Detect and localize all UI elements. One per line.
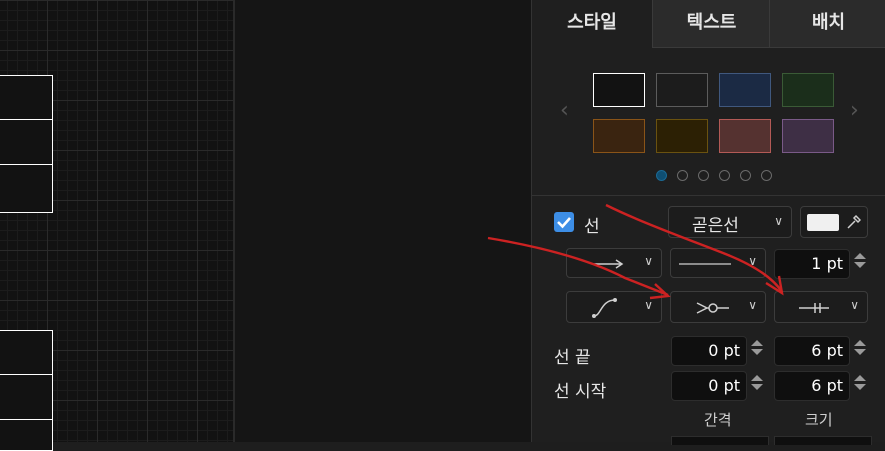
diagram-shape[interactable] <box>0 75 53 121</box>
empty-pane <box>235 0 762 442</box>
line-pattern-select[interactable]: ∨ <box>670 248 766 278</box>
line-style-select[interactable]: 곧은선 ∨ <box>668 206 792 238</box>
style-swatch[interactable] <box>719 119 771 153</box>
line-end-arrow-select[interactable]: ∨ <box>566 248 662 278</box>
diagram-canvas[interactable] <box>0 0 233 451</box>
line-start-spacing-stepper[interactable] <box>749 371 765 401</box>
tab-style[interactable]: 스타일 <box>532 0 652 47</box>
diagram-shape[interactable] <box>0 330 53 376</box>
line-start-label: 선 시작 <box>554 382 607 402</box>
line-width-input[interactable]: 1 pt <box>774 249 850 279</box>
size-column-label: 크기 <box>805 411 833 429</box>
partial-input[interactable] <box>774 436 872 445</box>
line-label: 선 <box>584 217 600 237</box>
tab-text[interactable]: 텍스트 <box>652 0 770 48</box>
line-start-marker-select[interactable]: ∨ <box>774 291 868 323</box>
chevron-right-icon[interactable]: › <box>850 98 859 123</box>
pager-dot[interactable] <box>677 170 688 181</box>
line-color-swatch[interactable] <box>807 214 839 231</box>
style-swatch[interactable] <box>656 73 708 107</box>
line-start-spacing-input[interactable]: 0 pt <box>671 371 747 401</box>
line-start-size-input[interactable]: 6 pt <box>774 371 850 401</box>
line-end-spacing-stepper[interactable] <box>749 336 765 366</box>
format-panel: 스타일 텍스트 배치 ‹ › 선 곧은선 ∨ ∨ ∨ 1 pt ∨ ∨ ∨ 선 … <box>531 0 885 445</box>
line-end-marker-select[interactable]: ∨ <box>670 291 766 323</box>
style-swatch[interactable] <box>656 119 708 153</box>
style-swatch[interactable] <box>782 73 834 107</box>
solid-line-icon <box>679 263 731 265</box>
diagram-shape[interactable] <box>0 164 53 213</box>
line-color-picker[interactable] <box>800 206 868 238</box>
pager-dot[interactable] <box>740 170 751 181</box>
chevron-down-icon: ∨ <box>644 298 653 312</box>
line-start-size-stepper[interactable] <box>852 371 868 401</box>
line-checkbox[interactable] <box>554 212 574 232</box>
diagram-shape[interactable] <box>0 419 53 451</box>
curve-icon <box>592 298 617 318</box>
format-tabs: 스타일 텍스트 배치 <box>532 0 885 48</box>
chevron-down-icon: ∨ <box>850 298 859 312</box>
diagram-shape[interactable] <box>0 119 53 166</box>
style-swatch[interactable] <box>719 73 771 107</box>
line-end-size-stepper[interactable] <box>852 336 868 366</box>
style-swatch[interactable] <box>593 73 645 107</box>
style-swatch[interactable] <box>782 119 834 153</box>
line-end-label: 선 끝 <box>554 348 591 368</box>
chevron-down-icon: ∨ <box>644 254 653 268</box>
line-width-stepper[interactable] <box>852 249 868 279</box>
style-swatch[interactable] <box>593 119 645 153</box>
pager-dot[interactable] <box>719 170 730 181</box>
line-end-size-input[interactable]: 6 pt <box>774 336 850 366</box>
line-style-value: 곧은선 <box>692 216 739 236</box>
arrow-line-icon <box>593 259 624 269</box>
pager-dot[interactable] <box>656 170 667 181</box>
section-divider <box>532 195 885 196</box>
waypoint-select[interactable]: ∨ <box>566 291 662 323</box>
line-end-spacing-input[interactable]: 0 pt <box>671 336 747 366</box>
partial-input[interactable] <box>671 436 769 445</box>
checkmark-icon <box>557 217 571 229</box>
eyedropper-icon[interactable] <box>845 213 861 231</box>
pager-dot[interactable] <box>698 170 709 181</box>
chevron-down-icon: ∨ <box>774 214 783 228</box>
line-start-marker-icon <box>799 303 829 313</box>
spacing-column-label: 간격 <box>704 411 732 429</box>
diagram-shape[interactable] <box>0 374 53 421</box>
pager-dot[interactable] <box>761 170 772 181</box>
chevron-down-icon: ∨ <box>748 254 757 268</box>
tab-arrange[interactable]: 배치 <box>769 0 885 48</box>
chevron-down-icon: ∨ <box>748 298 757 312</box>
line-end-marker-icon <box>696 302 729 314</box>
chevron-left-icon[interactable]: ‹ <box>560 98 569 123</box>
